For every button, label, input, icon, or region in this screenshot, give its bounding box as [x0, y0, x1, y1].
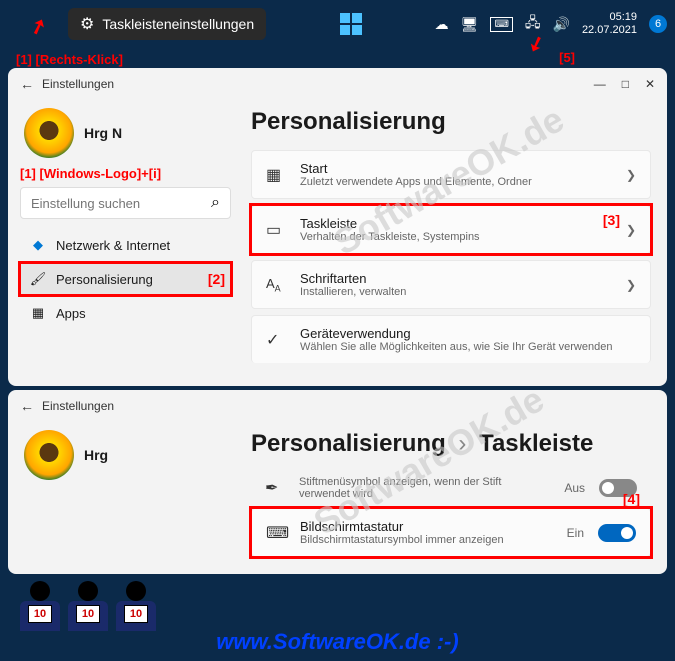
- back-button[interactable]: ←: [20, 398, 34, 414]
- window-title: Einstellungen: [42, 77, 114, 91]
- annotation-label-5: [5]: [559, 50, 575, 65]
- sidebar: Hrg: [8, 422, 243, 571]
- sidebar-item-personalization[interactable]: 🖌 Personalisierung [2]: [20, 263, 231, 295]
- sidebar-item-label: Personalisierung: [56, 272, 153, 287]
- avatar: [24, 430, 74, 480]
- annotation-num-2: [2]: [208, 271, 225, 287]
- annotation-label-1: [1] [Rechts-Klick]: [16, 52, 123, 67]
- breadcrumb-part[interactable]: Personalisierung: [251, 430, 446, 457]
- card-subtitle: Zuletzt verwendete Apps und Elemente, Or…: [300, 176, 612, 188]
- close-button[interactable]: ✕: [645, 77, 655, 91]
- keyboard-tray-icon[interactable]: ⌨: [490, 17, 512, 32]
- annotation-label-1b: [1] [Windows-Logo]+[i]: [20, 166, 231, 181]
- sidebar: Hrg N [1] [Windows-Logo]+[i] ⌕ ◆ Netzwer…: [8, 100, 243, 377]
- taskbar-icon: ▭: [266, 220, 286, 240]
- annotation-num-4: [4]: [623, 491, 640, 507]
- toggle-keyboard[interactable]: [598, 524, 636, 542]
- back-button[interactable]: ←: [20, 76, 34, 92]
- start-icon: ▦: [266, 165, 286, 185]
- chevron-right-icon: ❯: [626, 278, 636, 292]
- toggle-state-label: Aus: [564, 481, 585, 495]
- card-start[interactable]: ▦ Start Zuletzt verwendete Apps und Elem…: [251, 150, 651, 199]
- chevron-right-icon: ›: [458, 430, 466, 457]
- page-title: Personalisierung: [251, 100, 651, 150]
- profile-name: Hrg: [84, 447, 108, 463]
- card-title: Geräteverwendung: [300, 326, 636, 341]
- maximize-button[interactable]: □: [622, 77, 629, 91]
- setting-title: Bildschirmtastatur: [300, 519, 553, 534]
- wifi-icon: ◆: [30, 237, 46, 253]
- search-box[interactable]: ⌕: [20, 187, 231, 219]
- clock-time: 05:19: [582, 11, 637, 24]
- card-taskbar[interactable]: ▭ Taskleiste Verhalten der Taskleiste, S…: [251, 205, 651, 254]
- setting-subtitle: Bildschirmtastatursymbol immer anzeigen: [300, 534, 553, 546]
- brush-icon: 🖌: [30, 271, 46, 287]
- footer-url: www.SoftwareOK.de :-): [0, 629, 675, 655]
- card-title: Schriftarten: [300, 271, 612, 286]
- clock-date: 22.07.2021: [582, 24, 637, 37]
- window-title: Einstellungen: [42, 399, 114, 413]
- apps-icon: ▦: [30, 305, 46, 321]
- sidebar-item-label: Apps: [56, 306, 86, 321]
- sidebar-item-apps[interactable]: ▦ Apps: [20, 297, 231, 329]
- profile-section[interactable]: Hrg N: [20, 100, 231, 170]
- profile-name: Hrg N: [84, 125, 122, 141]
- search-icon: ⌕: [211, 194, 220, 212]
- card-subtitle: Wählen Sie alle Möglichkeiten aus, wie S…: [300, 341, 636, 353]
- minimize-button[interactable]: ―: [594, 77, 606, 91]
- annotation-arrow-1: ➚: [26, 12, 50, 41]
- breadcrumb: Personalisierung › Taskleiste: [251, 422, 651, 468]
- card-device-usage[interactable]: ✓ Geräteverwendung Wählen Sie alle Mögli…: [251, 315, 651, 363]
- card-title: Taskleiste: [300, 216, 612, 231]
- breadcrumb-part: Taskleiste: [479, 430, 593, 457]
- start-button[interactable]: [340, 13, 362, 35]
- pen-icon: ✒: [265, 478, 285, 498]
- gear-icon: ⚙: [80, 14, 94, 34]
- content-area: Personalisierung › Taskleiste ✒ Stiftmen…: [243, 422, 667, 571]
- taskbar: ➚ ⚙ Taskleisteneinstellungen ☁ 🖥 ⌨ 🖧 🔊 0…: [0, 0, 675, 48]
- device-icon: ✓: [266, 330, 286, 350]
- toggle-state-label: Ein: [567, 526, 584, 540]
- chevron-right-icon: ❯: [626, 223, 636, 237]
- setting-row-keyboard: ⌨ Bildschirmtastatur Bildschirmtastaturs…: [251, 508, 651, 557]
- annotation-num-3: [3]: [603, 212, 620, 228]
- avatar: [24, 108, 74, 158]
- search-input[interactable]: [31, 196, 211, 211]
- card-fonts[interactable]: AA Schriftarten Installieren, verwalten …: [251, 260, 651, 309]
- fonts-icon: AA: [266, 276, 286, 294]
- sidebar-item-network[interactable]: ◆ Netzwerk & Internet: [20, 229, 231, 261]
- context-menu-label: Taskleisteneinstellungen: [102, 16, 254, 32]
- sidebar-item-label: Netzwerk & Internet: [56, 238, 170, 253]
- content-area: Personalisierung ▦ Start Zuletzt verwend…: [243, 100, 667, 377]
- setting-title: Stiftmenüsymbol anzeigen, wenn der Stift…: [299, 476, 550, 500]
- settings-window-2: ← Einstellungen Hrg Personalisierung › T…: [8, 390, 667, 574]
- chevron-right-icon: ❯: [626, 168, 636, 182]
- volume-icon[interactable]: 🔊: [553, 16, 570, 33]
- usb-icon[interactable]: 🖥: [461, 16, 479, 33]
- settings-window-1: ← Einstellungen ― □ ✕ Hrg N [1] [Windows…: [8, 68, 667, 386]
- clock[interactable]: 05:19 22.07.2021: [582, 11, 637, 37]
- setting-row-pen: ✒ Stiftmenüsymbol anzeigen, wenn der Sti…: [251, 468, 651, 508]
- titlebar: ← Einstellungen ― □ ✕: [8, 68, 667, 100]
- profile-section[interactable]: Hrg: [20, 422, 231, 492]
- card-title: Start: [300, 161, 612, 176]
- card-subtitle: Verhalten der Taskleiste, Systempins: [300, 231, 612, 243]
- onedrive-icon[interactable]: ☁: [435, 16, 449, 33]
- judges-decoration: 10 10 10: [20, 581, 156, 631]
- notification-badge[interactable]: 6: [649, 15, 667, 33]
- titlebar: ← Einstellungen: [8, 390, 667, 422]
- card-subtitle: Installieren, verwalten: [300, 286, 612, 298]
- taskbar-context-menu-item[interactable]: ⚙ Taskleisteneinstellungen: [68, 8, 266, 40]
- keyboard-icon: ⌨: [266, 523, 286, 543]
